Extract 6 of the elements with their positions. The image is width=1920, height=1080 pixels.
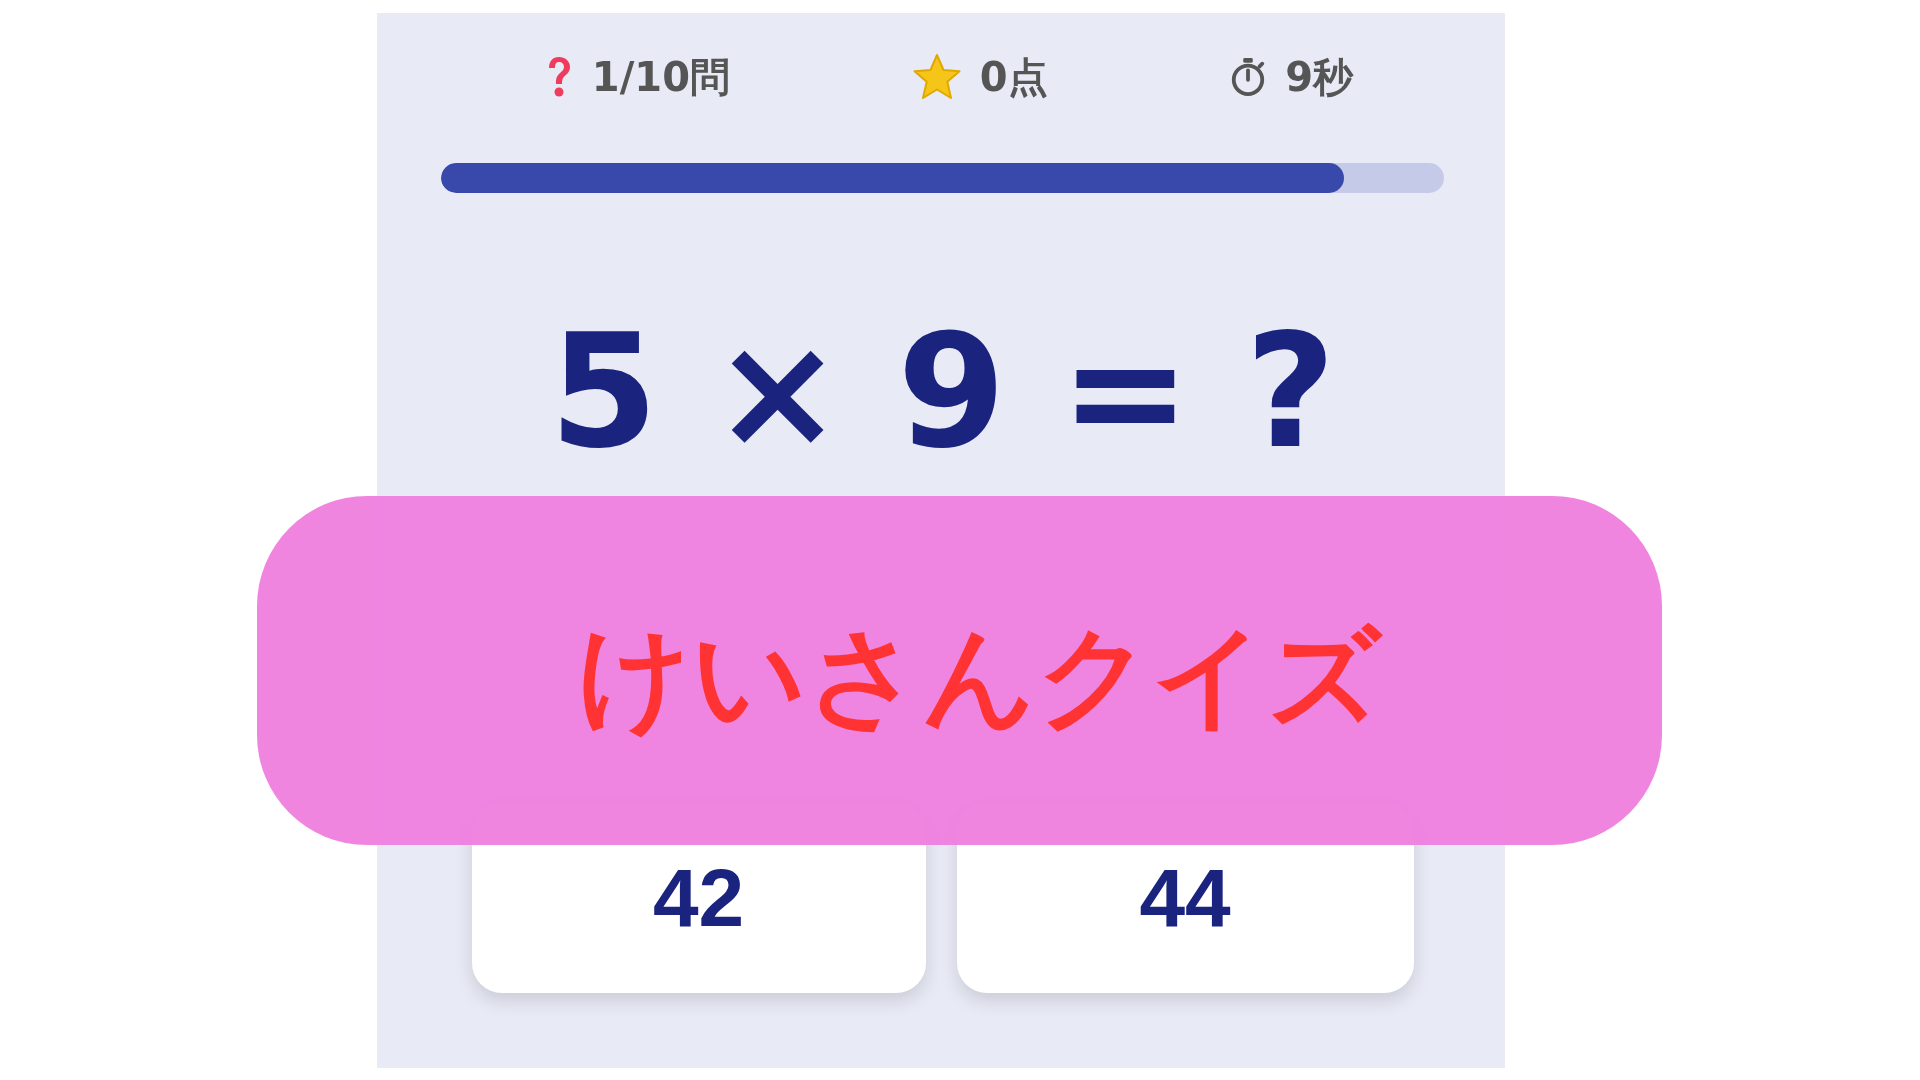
banner-title: けいさんクイズ bbox=[577, 610, 1382, 743]
star-icon bbox=[911, 53, 962, 101]
stat-text: 0点 bbox=[979, 52, 1048, 102]
stat-text: 1/10問 bbox=[591, 52, 730, 102]
stat-text: 9秒 bbox=[1285, 52, 1354, 102]
equation-text: 5 × 9 = ? bbox=[549, 307, 1336, 479]
